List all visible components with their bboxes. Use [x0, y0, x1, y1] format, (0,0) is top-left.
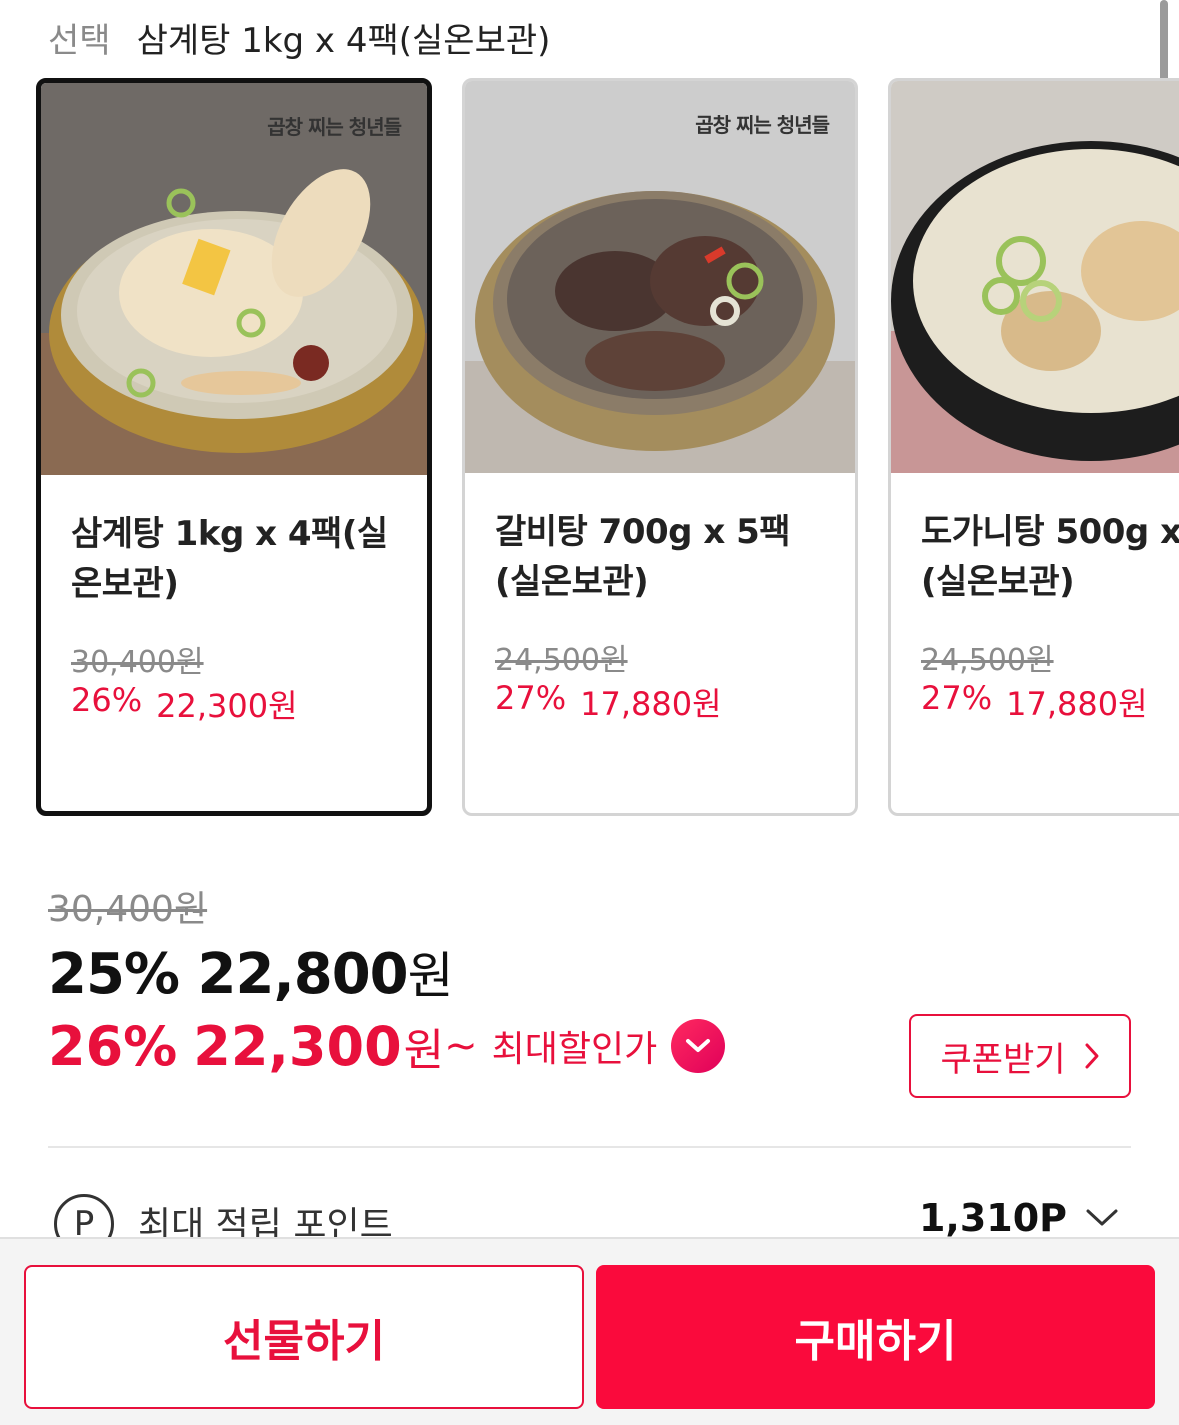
chevron-right-icon [1085, 1043, 1099, 1069]
product-original-price: 24,500원 [921, 643, 1054, 678]
product-price: 17,880원 [1006, 685, 1148, 723]
max-discount: 26% [48, 1014, 178, 1078]
max-tilde: ~ [444, 1023, 478, 1069]
product-sale-price: 27% 17,880원 [495, 679, 722, 725]
brand-logo: 곱창 찌는 청년들 [267, 115, 402, 139]
product-original-price: 30,400원 [71, 645, 204, 680]
original-price: 30,400원 [48, 889, 208, 930]
product-card-doganitang[interactable]: 도가니탕 500g x 5팩(실온보관) 24,500원 27% 17,880원 [888, 78, 1179, 816]
product-image-samgyetang: 곱창 찌는 청년들 [41, 83, 427, 475]
product-card-samgyetang[interactable]: 곱창 찌는 청년들 삼계탕 1kg x 4팩(실온보관) 30,400원 26%… [36, 78, 432, 816]
product-price: 22,300원 [156, 687, 298, 725]
selected-option-row: 선택 삼계탕 1kg x 4팩(실온보관) [48, 12, 550, 62]
product-title: 도가니탕 500g x 5팩(실온보관) [921, 512, 1179, 602]
max-amount: 22,300 [193, 1014, 402, 1078]
current-amount: 22,800 [197, 942, 409, 1007]
gift-button[interactable]: 선물하기 [24, 1265, 584, 1409]
chevron-down-icon[interactable] [1085, 1208, 1119, 1228]
brand-logo: 곱창 찌는 청년들 [695, 113, 830, 137]
max-unit: 원 [403, 1025, 445, 1076]
price-summary: 30,400원 25% 22,800원 26% 22,300 원 ~ 최대할인가 [48, 880, 726, 1078]
bottom-action-bar: 선물하기 구매하기 [0, 1237, 1179, 1425]
points-row[interactable]: P 최대 적립 포인트 1,310P [48, 1190, 1131, 1254]
max-discount-price[interactable]: 26% 22,300 원 ~ 최대할인가 [48, 1014, 726, 1078]
current-price: 25% 22,800원 [48, 936, 454, 1008]
current-discount: 25% [48, 942, 180, 1007]
product-options-carousel[interactable]: 곱창 찌는 청년들 삼계탕 1kg x 4팩(실온보관) 30,400원 26%… [36, 78, 1179, 818]
coupon-label: 쿠폰받기 [940, 1039, 1066, 1080]
coupon-button[interactable]: 쿠폰받기 [909, 1014, 1131, 1098]
chevron-down-icon[interactable] [671, 1019, 726, 1073]
product-title: 갈비탕 700g x 5팩(실온보관) [495, 512, 791, 602]
product-title: 삼계탕 1kg x 4팩(실온보관) [71, 514, 388, 604]
selected-label: 선택 [48, 20, 111, 61]
points-value: 1,310P [918, 1196, 1067, 1240]
buy-button[interactable]: 구매하기 [596, 1265, 1155, 1409]
product-image-doganitang [891, 81, 1179, 473]
divider [48, 1146, 1131, 1148]
product-original-price: 24,500원 [495, 643, 628, 678]
product-discount: 26% [71, 681, 143, 719]
product-sale-price: 27% 17,880원 [921, 679, 1148, 725]
max-discount-caption: 최대할인가 [491, 1029, 658, 1070]
current-unit: 원 [407, 947, 454, 1005]
product-sale-price: 26% 22,300원 [71, 681, 298, 727]
product-image-galbitang: 곱창 찌는 청년들 [465, 81, 855, 473]
product-price: 17,880원 [580, 685, 722, 723]
selected-value: 삼계탕 1kg x 4팩(실온보관) [136, 20, 551, 61]
product-discount: 27% [495, 679, 567, 717]
product-card-galbitang[interactable]: 곱창 찌는 청년들 갈비탕 700g x 5팩(실온보관) 24,500원 27… [462, 78, 858, 816]
product-discount: 27% [921, 679, 993, 717]
